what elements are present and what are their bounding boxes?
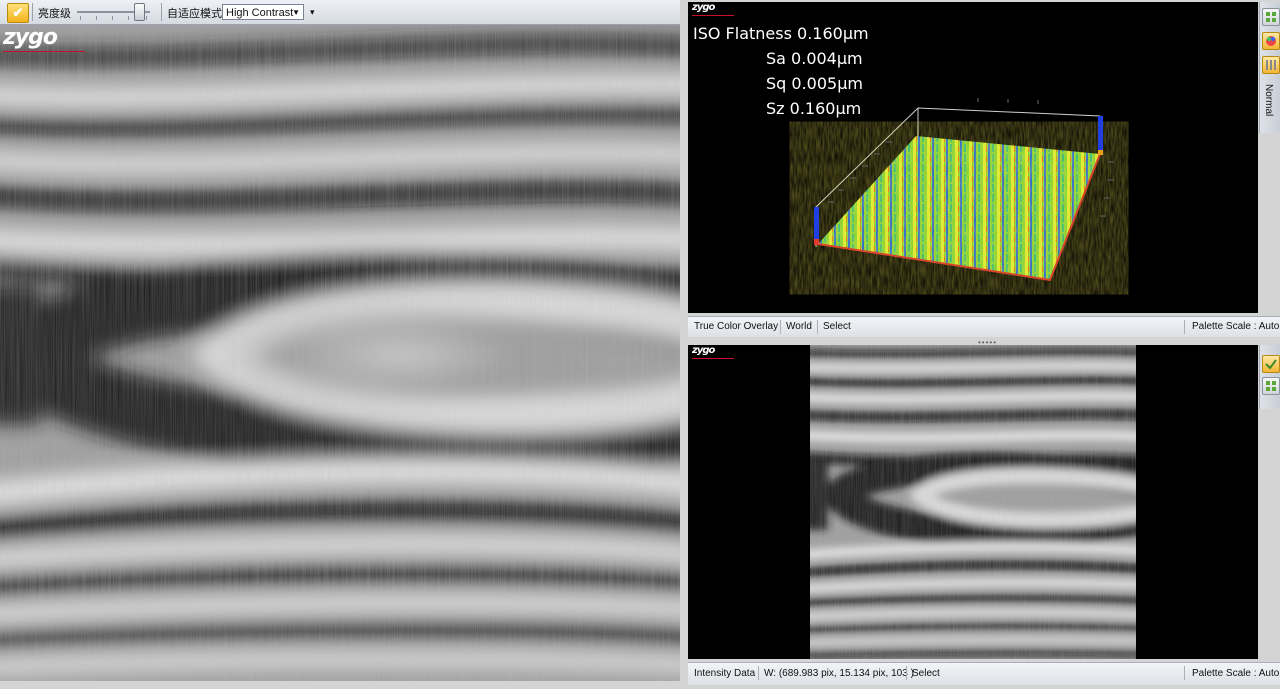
fringe-image — [0, 25, 680, 681]
data-type-label[interactable]: Intensity Data — [694, 668, 755, 679]
view-mode-label[interactable]: Normal — [1263, 84, 1274, 116]
brightness-slider-thumb[interactable] — [134, 3, 145, 21]
brightness-label: 亮度级 — [38, 8, 71, 20]
slider-tick — [146, 16, 147, 20]
bars-icon[interactable] — [1262, 56, 1280, 74]
palette-scale-label[interactable]: Palette Scale : Auto — [1192, 668, 1279, 679]
status-separator — [758, 666, 759, 680]
adaptive-mode-select[interactable]: High Contrast ▼ — [222, 4, 304, 20]
overlay-label[interactable]: True Color Overlay — [694, 321, 778, 332]
status-separator — [1184, 320, 1185, 334]
logo-underline — [3, 51, 85, 52]
zygo-logo: zygo — [692, 345, 715, 356]
surface-3d-plot — [814, 98, 1114, 282]
adaptive-mode-label: 自适应模式 — [167, 8, 222, 20]
slider-tick — [112, 16, 113, 20]
logo-underline — [692, 358, 734, 359]
grid-icon[interactable] — [1262, 8, 1280, 26]
slider-tick — [80, 16, 81, 20]
check-icon[interactable]: ✔ — [7, 3, 29, 23]
palette-icon[interactable] — [1262, 32, 1280, 50]
status-separator — [780, 320, 781, 334]
intensity-image — [810, 345, 1136, 659]
zygo-logo: zygo — [3, 25, 58, 50]
intensity-view-side-toolbar — [1259, 345, 1280, 409]
intensity-view-statusbar: Intensity Data W: (689.983 pix, 15.134 p… — [688, 662, 1280, 685]
status-separator — [1184, 666, 1185, 680]
logo-underline — [692, 15, 734, 16]
coordinate-system-label[interactable]: World — [786, 321, 812, 332]
toolbar-separator — [161, 3, 162, 21]
toolbar-overflow-icon[interactable]: ▾ — [310, 7, 315, 18]
dropdown-arrow-icon: ▼ — [292, 8, 300, 17]
intensity-viewer[interactable]: zygo — [688, 345, 1258, 659]
zygo-logo: zygo — [692, 2, 715, 13]
checkmark-icon[interactable] — [1262, 355, 1280, 373]
left-toolbar: ✔ 亮度级 自适应模式 High Contrast ▼ ▾ — [0, 0, 680, 25]
camera-fringe-viewer[interactable]: zygo — [0, 25, 680, 681]
surface-3d-viewer[interactable]: zygo ISO Flatness 0.160µm Sa 0.004µm Sq … — [688, 2, 1258, 313]
adaptive-mode-value: High Contrast — [226, 7, 294, 19]
select-tool-label[interactable]: Select — [823, 321, 851, 332]
surface-view-statusbar: True Color Overlay World Select Palette … — [688, 316, 1280, 337]
surface-view-side-toolbar: Normal — [1259, 2, 1280, 133]
status-separator — [817, 320, 818, 334]
status-separator — [906, 666, 907, 680]
cursor-readout: W: (689.983 pix, 15.134 pix, 103 ) — [764, 668, 914, 679]
slider-tick — [96, 16, 97, 20]
slider-tick — [128, 16, 129, 20]
palette-scale-label[interactable]: Palette Scale : Auto — [1192, 321, 1279, 332]
select-tool-label[interactable]: Select — [912, 668, 940, 679]
grid-icon[interactable] — [1262, 377, 1280, 395]
toolbar-separator — [32, 3, 33, 21]
